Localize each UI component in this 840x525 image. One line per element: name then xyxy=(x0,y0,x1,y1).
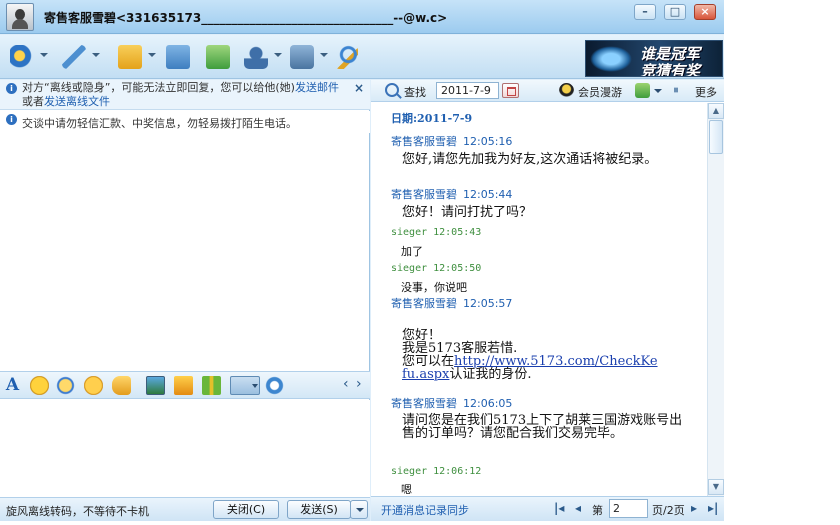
member-roaming-label[interactable]: 会员漫游 xyxy=(578,84,622,100)
message-header: sieger 12:06:12 xyxy=(391,466,482,477)
window-shake-icon[interactable] xyxy=(84,376,103,395)
message-header: 寄售客服雪碧 12:05:16 xyxy=(391,135,513,148)
message-text: 嗯 xyxy=(401,483,412,496)
document-icon xyxy=(206,45,230,69)
maximize-button[interactable]: □ xyxy=(664,4,686,20)
member-icon[interactable] xyxy=(559,83,574,98)
history-scrollbar[interactable]: ▲ ▼ xyxy=(707,103,724,496)
find-label[interactable]: 查找 xyxy=(404,84,426,100)
gift-icon[interactable] xyxy=(202,376,221,395)
message-text: 您好！请问打扰了吗？ xyxy=(402,205,533,220)
page-label: 第 xyxy=(592,504,603,517)
prev-page-icon[interactable]: ◂ xyxy=(575,501,581,516)
history-toolbar: 查找 2011-7-9 会员漫游 更多 xyxy=(371,80,724,102)
last-page-icon[interactable]: ▸| xyxy=(708,501,718,516)
chevron-down-icon[interactable] xyxy=(40,53,48,57)
compose-pane: i 对方“离线或隐身”，可能无法立即回复，您可以给他(她)发送邮件或者发送离线文… xyxy=(0,80,370,521)
plugin-icon[interactable] xyxy=(635,83,650,98)
speaker-icon[interactable] xyxy=(674,84,684,96)
date-field[interactable]: 2011-7-9 xyxy=(436,82,499,99)
message-text: 您好！ 我是5173客服若惜. 您可以在http://www.5173.com/… xyxy=(402,328,658,382)
input-toolbar: A ‹ › xyxy=(0,371,370,399)
message-text: 没事，你说吧 xyxy=(401,281,467,294)
history-footer: 开通消息记录同步 |◂ ◂ 第 2 页/2页 ▸ ▸| xyxy=(371,496,724,521)
chat-window: 寄售客服雪碧<331635173________________________… xyxy=(0,0,724,521)
message-text: 您好,请您先加我为好友,这次通话将被纪录。 xyxy=(402,152,658,167)
calendar-icon[interactable] xyxy=(502,83,519,98)
send-button[interactable]: 发送(S) xyxy=(287,500,351,519)
info-icon: i xyxy=(6,83,17,94)
next-page-icon[interactable]: ▸ xyxy=(691,501,697,516)
emoticon-icon[interactable] xyxy=(30,376,49,395)
chevron-down-icon[interactable] xyxy=(148,53,156,57)
chevron-down-icon[interactable] xyxy=(320,53,328,57)
send-offline-file-link[interactable]: 发送离线文件 xyxy=(44,95,110,108)
message-header: 寄售客服雪碧 12:06:05 xyxy=(391,397,513,410)
message-header: sieger 12:05:43 xyxy=(391,227,482,238)
offline-notice: i 对方“离线或隐身”，可能无法立即回复，您可以给他(她)发送邮件或者发送离线文… xyxy=(0,80,370,110)
history-date-header: 日期:2011-7-9 xyxy=(391,112,473,125)
page-total-label: 页/2页 xyxy=(652,504,685,517)
microphone-icon xyxy=(62,45,86,69)
minimize-button[interactable]: – xyxy=(634,4,656,20)
scroll-up-icon[interactable]: ▲ xyxy=(708,103,724,119)
message-header: 寄售客服雪碧 12:05:44 xyxy=(391,188,513,201)
message-header: sieger 12:05:50 xyxy=(391,263,482,274)
window-title: 寄售客服雪碧<331635173________________________… xyxy=(44,11,448,25)
message-text: 请问您是在我们5173上下了胡莱三国游戏账号出售的订单吗？请您配合我们交易完毕。 xyxy=(402,413,683,441)
title-bar[interactable]: 寄售客服雪碧<331635173________________________… xyxy=(0,0,724,34)
close-notice-icon[interactable]: × xyxy=(354,81,364,95)
first-page-icon[interactable]: |◂ xyxy=(554,501,564,516)
more-tools-icon[interactable] xyxy=(265,376,284,395)
user-icon xyxy=(244,45,268,69)
screenshot-icon[interactable] xyxy=(230,376,260,395)
offline-notice-text: 对方“离线或隐身”，可能无法立即回复，您可以给他(她)发送邮件或者发送离线文件 xyxy=(22,81,339,108)
chevron-down-icon[interactable] xyxy=(274,53,282,57)
message-text: 加了 xyxy=(401,245,423,258)
safety-notice-text: 交谈中请勿轻信汇款、中奖信息，勿轻易拨打陌生电话。 xyxy=(22,117,297,130)
search-icon[interactable] xyxy=(385,83,399,97)
gear-icon xyxy=(290,45,314,69)
send-options-button[interactable] xyxy=(350,500,368,519)
upload-icon[interactable] xyxy=(174,376,193,395)
contact-avatar[interactable] xyxy=(6,3,34,31)
close-button[interactable]: 关闭(C) xyxy=(213,500,279,519)
message-input[interactable] xyxy=(0,400,370,497)
more-label[interactable]: 更多 xyxy=(695,84,717,100)
magic-face-icon[interactable] xyxy=(56,376,75,395)
message-history[interactable]: 日期:2011-7-9 寄售客服雪碧 12:05:16 您好,请您先加我为好友,这… xyxy=(371,103,707,496)
ad-line-2: 竞猜有奖 xyxy=(640,62,701,77)
message-header: 寄售客服雪碧 12:05:57 xyxy=(391,297,513,310)
video-icon xyxy=(10,45,34,69)
hand-icon[interactable] xyxy=(112,376,131,395)
game-logo-icon xyxy=(590,46,632,72)
compose-status-bar: 旋风离线转码，不等待不卡机 关闭(C) 发送(S) xyxy=(0,497,370,521)
verify-link[interactable]: fu.aspx xyxy=(402,367,449,382)
sync-history-link[interactable]: 开通消息记录同步 xyxy=(381,502,469,518)
chevron-down-icon[interactable] xyxy=(92,53,100,57)
promo-text[interactable]: 旋风离线转码，不等待不卡机 xyxy=(6,503,149,519)
chevron-down-icon[interactable] xyxy=(654,89,662,93)
image-icon[interactable] xyxy=(146,376,165,395)
history-pane: 查找 2011-7-9 会员漫游 更多 日期:2011-7-9 寄售客服雪碧 12… xyxy=(371,80,724,521)
search-icon xyxy=(334,45,358,69)
folder-icon xyxy=(118,45,142,69)
picture-icon xyxy=(166,45,190,69)
ad-banner[interactable]: 谁是冠军 竞猜有奖 xyxy=(585,40,723,77)
font-icon[interactable]: A xyxy=(3,376,22,395)
close-window-button[interactable]: × xyxy=(694,4,716,20)
page-number-field[interactable]: 2 xyxy=(609,499,648,518)
send-mail-link[interactable]: 发送邮件 xyxy=(295,81,339,94)
chevron-right-icon[interactable]: › xyxy=(356,375,366,394)
safety-notice: i 交谈中请勿轻信汇款、中奖信息，勿轻易拨打陌生电话。 xyxy=(0,111,370,133)
scroll-thumb[interactable] xyxy=(709,120,723,154)
chevron-left-icon[interactable]: ‹ xyxy=(343,375,353,394)
info-icon: i xyxy=(6,114,17,125)
scroll-down-icon[interactable]: ▼ xyxy=(708,479,724,495)
